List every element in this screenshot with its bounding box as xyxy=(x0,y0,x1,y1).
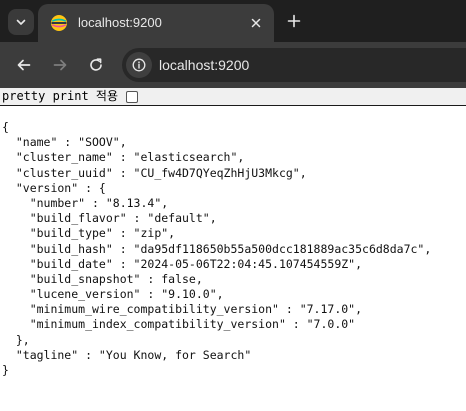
tab-title: localhost:9200 xyxy=(78,15,162,30)
json-line: } xyxy=(2,363,9,377)
elasticsearch-icon xyxy=(51,15,67,31)
forward-button[interactable] xyxy=(48,53,72,77)
json-line: "build_flavor" : "default", xyxy=(2,211,217,226)
chevron-down-icon xyxy=(16,19,26,25)
new-tab-button[interactable] xyxy=(283,10,305,32)
json-line: "name" : "SOOV", xyxy=(2,135,127,150)
address-bar[interactable]: localhost:9200 xyxy=(122,48,466,82)
address-url[interactable]: localhost:9200 xyxy=(159,57,249,73)
json-line: "cluster_uuid" : "CU_fw4D7QYeqZhHjU3Mkcg… xyxy=(2,165,307,180)
json-line: "build_date" : "2024-05-06T22:04:45.1074… xyxy=(2,256,363,271)
json-line: "build_snapshot" : false, xyxy=(2,271,203,286)
info-icon xyxy=(132,58,146,72)
tab-close-button[interactable] xyxy=(248,15,264,31)
browser-window: localhost:9200 localhost:9200 pretty pri… xyxy=(0,0,466,411)
json-line: "minimum_index_compatibility_version" : … xyxy=(2,317,356,332)
json-line: "version" : { xyxy=(2,180,106,195)
tab-active[interactable]: localhost:9200 xyxy=(38,4,274,42)
tab-search-button[interactable] xyxy=(8,9,34,35)
tab-strip: localhost:9200 xyxy=(0,0,466,42)
toolbar: localhost:9200 xyxy=(0,42,466,88)
json-line: }, xyxy=(2,332,30,347)
json-line: "build_hash" : "da95df118650b55a500dcc18… xyxy=(2,241,432,256)
json-line: "tagline" : "You Know, for Search" xyxy=(2,347,252,362)
pretty-print-label: pretty print 적용 xyxy=(2,89,119,103)
json-line: "build_type" : "zip", xyxy=(2,226,176,241)
reload-button[interactable] xyxy=(84,53,108,77)
arrow-left-icon xyxy=(17,59,31,71)
pretty-print-checkbox[interactable] xyxy=(126,91,138,103)
json-line: "cluster_name" : "elasticsearch", xyxy=(2,150,245,165)
back-button[interactable] xyxy=(12,53,36,77)
json-line: "number" : "8.13.4", xyxy=(2,195,169,210)
close-icon xyxy=(251,18,261,28)
site-info-button[interactable] xyxy=(126,52,152,78)
arrow-right-icon xyxy=(53,59,67,71)
pretty-print-bar: pretty print 적용 xyxy=(0,88,466,106)
json-line: "minimum_wire_compatibility_version" : "… xyxy=(2,302,363,317)
page-content: pretty print 적용 { "name" : "SOOV", "clus… xyxy=(0,88,466,411)
reload-icon xyxy=(90,58,102,71)
json-line: "lucene_version" : "9.10.0", xyxy=(2,287,224,302)
plus-icon xyxy=(287,14,301,28)
json-line: { xyxy=(2,120,9,134)
json-response: { "name" : "SOOV", "cluster_name" : "ela… xyxy=(2,120,431,378)
